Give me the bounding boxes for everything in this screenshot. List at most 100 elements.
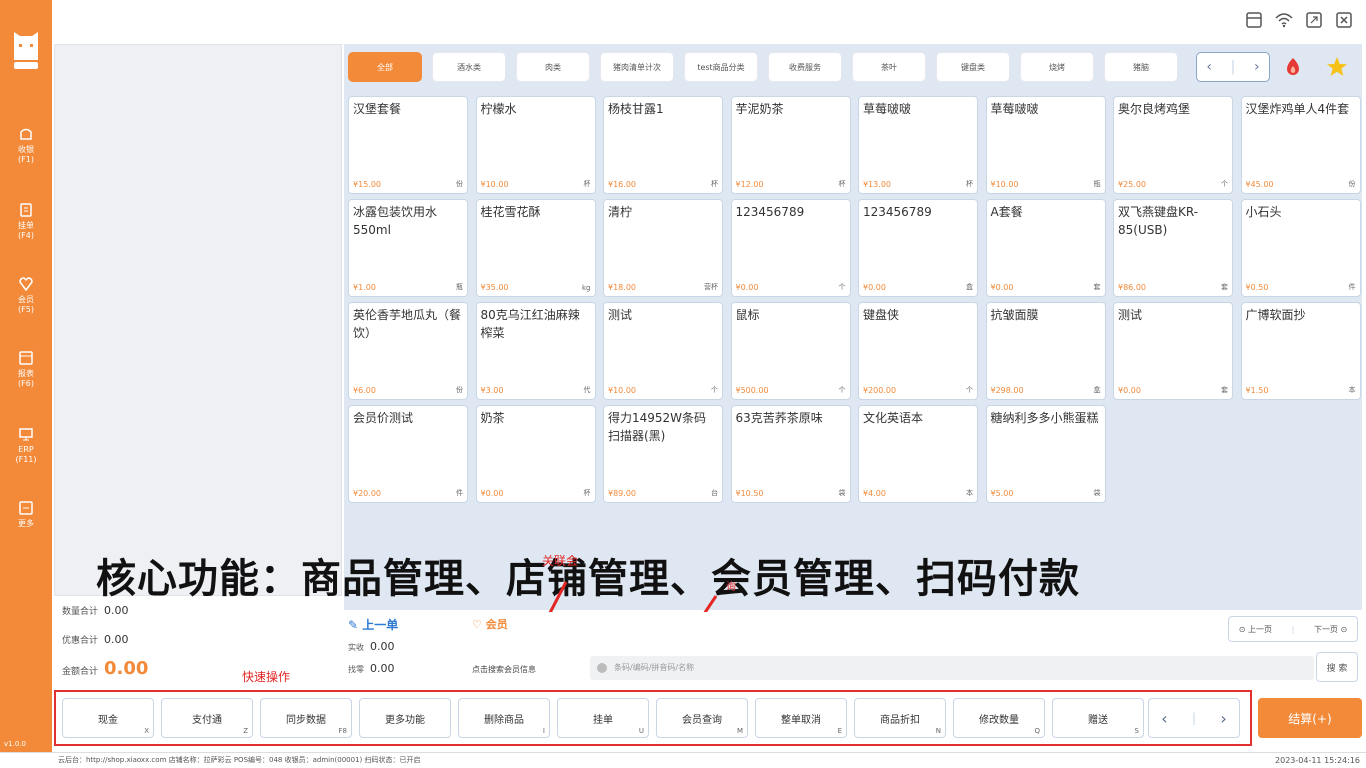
product-card[interactable]: 草莓啵啵 ¥10.00 瓶 [985,96,1106,194]
product-card[interactable]: 广博软面抄 ¥1.50 本 [1240,302,1361,400]
sidebar-item-hold-order[interactable]: 挂单 (F4) [0,202,52,262]
prev-page-button[interactable]: ⊙ 上一页 [1239,624,1272,635]
product-name: 杨枝甘露1 [608,102,664,116]
category-tab[interactable]: 酒水类 [432,52,506,82]
amount-total: 金额合计 0.00 [62,658,148,679]
product-name: 柠檬水 [480,102,517,116]
product-name: 63克苦荞茶原味 [735,411,823,425]
member-button[interactable]: ♡ 会员 [472,616,508,632]
product-card[interactable]: 文化英语本 ¥4.00 本 [858,405,978,503]
product-card[interactable]: 键盘侠 ¥200.00 个 [858,302,978,400]
product-name: 123456789 [863,205,932,219]
function-button[interactable]: 商品折扣 N [854,698,946,738]
function-button[interactable]: 会员查询 M [656,698,748,738]
box-icon[interactable] [1244,10,1264,30]
product-card[interactable]: 80克乌江红油麻辣榨菜 ¥3.00 代 [475,302,596,400]
next-page-label: 下一页 [1313,624,1338,634]
product-card[interactable]: 测试 ¥0.00 套 [1113,302,1233,400]
chevron-left-icon[interactable]: ‹ [1161,709,1167,728]
close-icon[interactable] [1334,10,1354,30]
sidebar-item-more[interactable]: 更多 [0,500,52,560]
function-pager: ‹ | › [1148,698,1240,738]
fullscreen-icon[interactable] [1304,10,1324,30]
sidebar-item-key: (F6) [18,379,34,388]
category-tab[interactable]: 猪脑 [1104,52,1178,82]
product-card[interactable]: 汉堡套餐 ¥15.00 份 [348,96,468,194]
function-button-label: 现金 [98,714,118,726]
chevron-right-icon[interactable]: › [1254,59,1260,75]
next-page-button[interactable]: 下一页 ⊙ [1314,624,1347,635]
product-card[interactable]: 会员价测试 ¥20.00 件 [348,405,468,503]
product-card[interactable]: 糖纳利多多小熊蛋糕 ¥5.00 袋 [985,405,1106,503]
category-tab[interactable]: 烧烤 [1020,52,1094,82]
product-card[interactable]: 123456789 ¥0.00 个 [730,199,851,297]
function-button[interactable]: 同步数据 F8 [260,698,352,738]
category-tab[interactable]: 肉类 [516,52,590,82]
checkout-button[interactable]: 结算(+) [1258,698,1362,738]
more-icon [19,501,33,515]
function-button[interactable]: 修改数量 Q [953,698,1045,738]
sidebar-item-cashier[interactable]: 收银 (F1) [0,126,52,186]
product-card[interactable]: 杨枝甘露1 ¥16.00 杯 [603,96,723,194]
search-button[interactable]: 搜 索 [1316,652,1358,682]
product-card[interactable]: 冰露包装饮用水550ml ¥1.00 瓶 [348,199,468,297]
category-tab[interactable]: 收费服务 [768,52,842,82]
sidebar-item-erp[interactable]: ERP (F11) [0,426,52,486]
change-row: 找零 0.00 [348,662,395,675]
product-card[interactable]: 芋泥奶茶 ¥12.00 杯 [730,96,851,194]
amount-total-value: 0.00 [104,658,149,679]
category-tab[interactable]: test商品分类 [684,52,758,82]
product-unit: 件 [456,489,463,497]
star-icon[interactable] [1326,56,1348,78]
function-button[interactable]: 挂单 U [557,698,649,738]
product-card[interactable]: 小石头 ¥0.50 件 [1240,199,1361,297]
product-card[interactable]: 63克苦荞茶原味 ¥10.50 袋 [730,405,851,503]
product-card[interactable]: 双飞燕键盘KR-85(USB) ¥86.00 套 [1113,199,1233,297]
product-name: 草莓啵啵 [863,102,912,116]
product-name: 会员价测试 [353,411,414,425]
product-card[interactable]: A套餐 ¥0.00 套 [985,199,1106,297]
function-button[interactable]: 赠送 S [1052,698,1144,738]
product-card[interactable]: 测试 ¥10.00 个 [603,302,723,400]
product-card[interactable]: 抗皱面膜 ¥298.00 盒 [985,302,1106,400]
product-search-input[interactable]: 条码/编码/拼音码/名称 [590,656,1314,680]
category-tab[interactable]: 猪肉清单计次 [600,52,674,82]
function-button[interactable]: 更多功能 [359,698,451,738]
sidebar-item-report[interactable]: 报表 (F6) [0,350,52,410]
product-name: 汉堡套餐 [353,102,402,116]
product-card[interactable]: 鼠标 ¥500.00 个 [730,302,851,400]
function-button[interactable]: 删除商品 I [458,698,550,738]
chevron-left-icon[interactable]: ‹ [1206,59,1212,75]
product-card[interactable]: 草莓啵啵 ¥13.00 杯 [858,96,978,194]
product-card[interactable]: 英伦香芋地瓜丸（餐饮） ¥6.00 份 [348,302,468,400]
member-search-hint[interactable]: 点击搜索会员信息 [472,664,536,675]
product-card[interactable]: 123456789 ¥0.00 盒 [858,199,978,297]
wifi-icon[interactable] [1274,10,1294,30]
product-name: 英伦香芋地瓜丸（餐饮） [353,308,462,340]
chevron-right-icon[interactable]: › [1220,709,1226,728]
product-unit: 杯 [711,180,718,188]
prev-order-link[interactable]: ✎ 上一单 [348,616,398,633]
product-card[interactable]: 汉堡炸鸡单人4件套 ¥45.00 份 [1240,96,1361,194]
product-price: ¥16.00 [608,180,636,189]
product-price: ¥298.00 [990,386,1024,395]
product-card[interactable]: 柠檬水 ¥10.00 杯 [475,96,596,194]
product-unit: 台 [711,489,718,497]
category-tab[interactable]: 键盘类 [936,52,1010,82]
function-button[interactable]: 现金 X [62,698,154,738]
product-card[interactable]: 桂花雪花酥 ¥35.00 kg [475,199,596,297]
category-tab[interactable]: 全部 [348,52,422,82]
product-card[interactable]: 得力14952W条码扫描器(黑) ¥89.00 台 [603,405,723,503]
category-tab[interactable]: 茶叶 [852,52,926,82]
product-card[interactable]: 奥尔良烤鸡堡 ¥25.00 个 [1113,96,1233,194]
function-button-key: Q [1034,727,1040,735]
product-card[interactable]: 奶茶 ¥0.00 杯 [475,405,596,503]
function-button[interactable]: 支付通 Z [161,698,253,738]
product-name: 草莓啵啵 [990,102,1039,116]
sidebar-item-member[interactable]: 会员 (F5) [0,276,52,336]
product-card[interactable]: 清柠 ¥18.00 营杯 [603,199,723,297]
fire-icon[interactable] [1282,56,1304,78]
product-unit: 营杯 [704,283,718,291]
category-pager[interactable]: ‹ | › [1196,52,1270,82]
function-button[interactable]: 整单取消 E [755,698,847,738]
